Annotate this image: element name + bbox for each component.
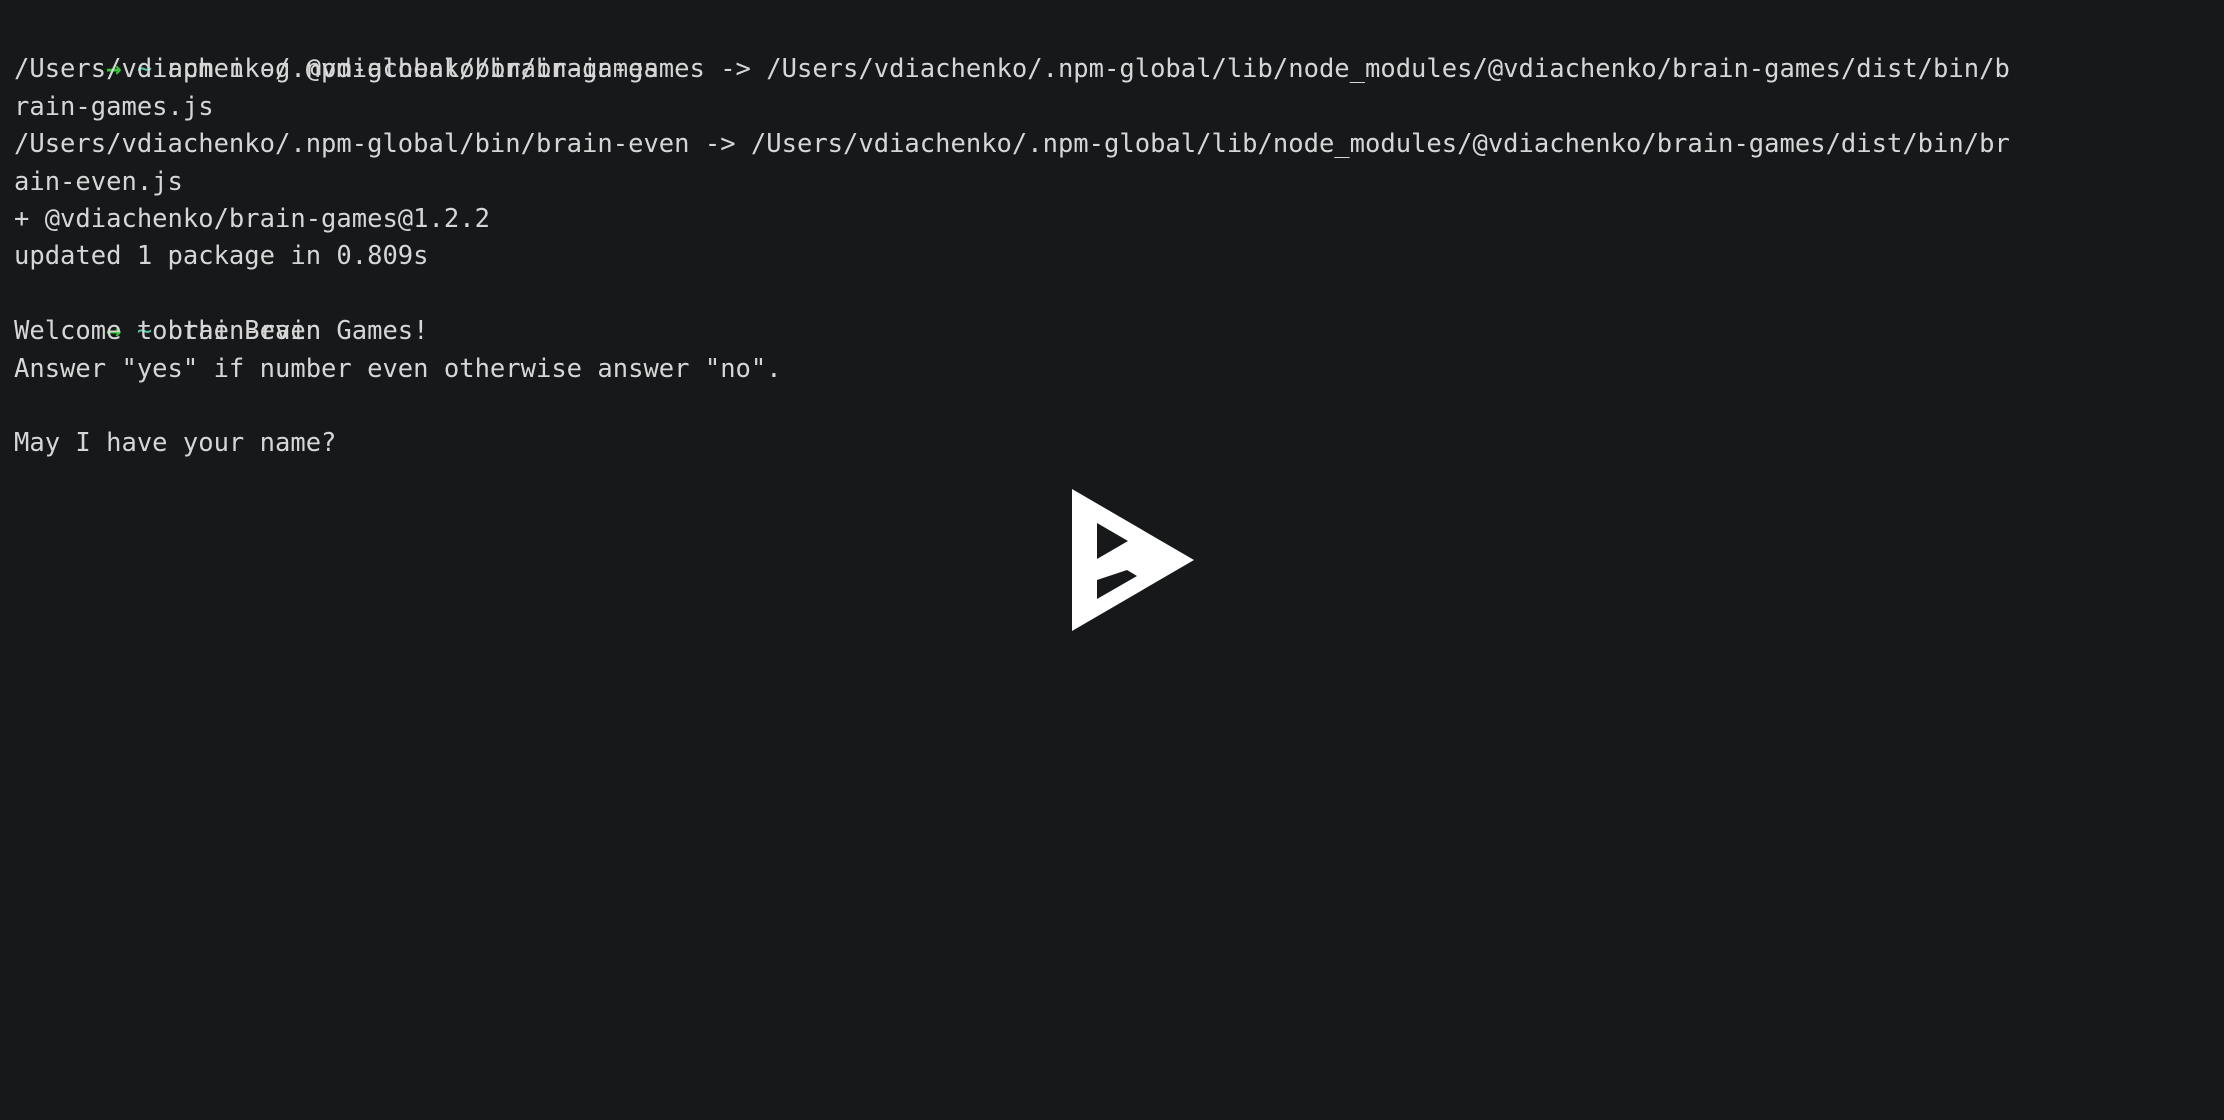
terminal-output: → ~ npm i -g @vdiachenko/brain-games /Us… xyxy=(14,14,2224,463)
terminal-line-prompt: → ~ npm i -g @vdiachenko/brain-games xyxy=(14,14,2224,84)
terminal-line-output: /Users/vdiachenko/.npm-global/bin/brain-… xyxy=(14,129,2010,160)
terminal-line-output: Welcome to the Brain Games! xyxy=(14,316,429,347)
terminal-line-output: May I have your name? xyxy=(14,428,337,459)
terminal-line-output: + @vdiachenko/brain-games@1.2.2 xyxy=(14,203,490,234)
terminal-line-output: rain-games.js xyxy=(14,91,214,122)
terminal-line-output: ain-even.js xyxy=(14,166,183,197)
terminal-line-prompt: → ~ brain-even xyxy=(14,276,2224,346)
terminal-window[interactable]: → ~ npm i -g @vdiachenko/brain-games /Us… xyxy=(0,0,2224,1120)
terminal-line-output: /Users/vdiachenko/.npm-global/bin/brain-… xyxy=(14,54,2010,85)
play-button[interactable] xyxy=(1065,485,1201,635)
terminal-line-output: updated 1 package in 0.809s xyxy=(14,241,429,272)
terminal-line-output: Answer "yes" if number even otherwise an… xyxy=(14,353,782,384)
play-terminal-icon[interactable] xyxy=(1065,485,1201,635)
